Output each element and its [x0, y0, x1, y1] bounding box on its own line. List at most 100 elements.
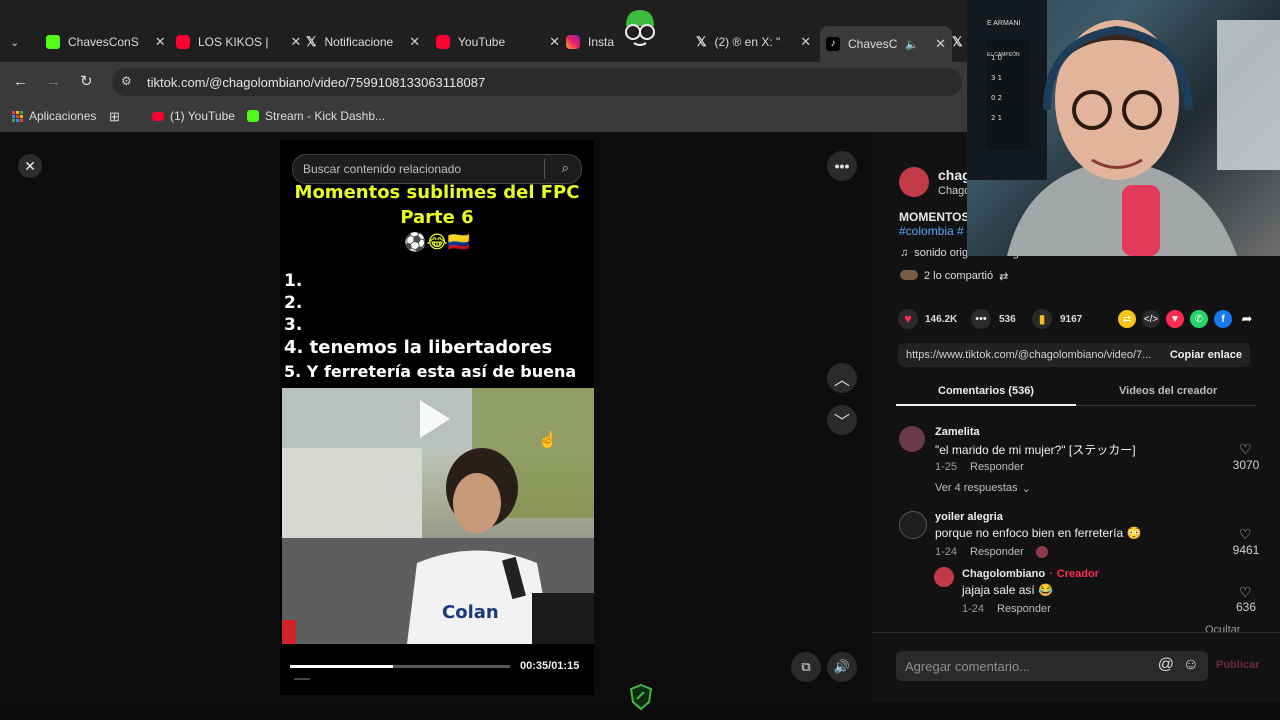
creator-liked-avatar: [1036, 546, 1048, 558]
chevron-down-icon: ⌄: [1021, 483, 1031, 495]
comment-like-icon[interactable]: ♡: [1239, 441, 1252, 458]
webcam-badge-text: E ARMANI: [987, 20, 1021, 27]
x-icon[interactable]: 𝕏: [952, 34, 962, 50]
comment-date: 1-24: [962, 603, 985, 615]
video-title-line2: Parte 6: [400, 207, 474, 228]
video-overlay-list: 1. 2. 3. 4. tenemos la libertadores 5. Y…: [284, 270, 594, 384]
bookmark-icon[interactable]: ▮: [1032, 309, 1052, 329]
divider: [544, 159, 545, 179]
share-arrow-icon[interactable]: ➦: [1238, 310, 1256, 328]
instagram-icon: [566, 35, 580, 49]
close-icon[interactable]: ✕: [549, 34, 560, 50]
like-count: 146.2K: [925, 314, 958, 325]
shared-label: 2 lo compartió: [924, 270, 994, 282]
view-replies-button[interactable]: Ver 4 respuestas ⌄: [935, 482, 1031, 495]
comment-username[interactable]: Chagolombiano: [962, 568, 1045, 580]
hide-replies-button[interactable]: Ocultar: [1205, 624, 1240, 636]
creator-badge: Creador: [1056, 568, 1099, 580]
close-icon[interactable]: ✕: [935, 36, 946, 52]
hashtags[interactable]: #colombia #: [899, 224, 964, 238]
embed-icon[interactable]: </>: [1142, 310, 1160, 328]
volume-icon[interactable]: 🔊: [827, 652, 857, 682]
mouse-cursor-icon: ☝: [538, 432, 558, 449]
share-link-box: https://www.tiktok.com/@chagolombiano/vi…: [898, 343, 1250, 367]
kick-icon: [247, 110, 259, 122]
tiktok-icon: ♪: [826, 37, 840, 51]
reload-icon[interactable]: ↻: [80, 72, 93, 90]
bookmark-apps[interactable]: Aplicaciones: [12, 109, 96, 123]
tab-los-kikos[interactable]: LOS KIKOS | ✕: [176, 28, 301, 56]
author-name[interactable]: chag: [938, 167, 971, 183]
tab-x-post[interactable]: 𝕏 (2) ® en X: " ✕: [696, 28, 811, 56]
x-icon: 𝕏: [306, 34, 317, 49]
comment-text: jajaja sale así 😂: [962, 583, 1053, 597]
video-frame-image: Colan: [282, 388, 594, 644]
tab-groups-icon[interactable]: ⊞: [109, 109, 120, 125]
kick-icon: [46, 35, 60, 49]
whatsapp-icon[interactable]: ✆: [1190, 310, 1208, 328]
bookmark-kick[interactable]: Stream - Kick Dashb...: [247, 109, 385, 123]
streamer-webcam: 1 0 3 1 0 2 2 1 E ARMANI EL CAMPEÓN: [967, 0, 1280, 256]
avatar[interactable]: [899, 426, 925, 452]
comment-username[interactable]: Zamelita: [935, 426, 980, 438]
tab-label: Notificacione: [324, 35, 394, 49]
comment-username[interactable]: yoiler alegria: [935, 511, 1003, 523]
previous-video-button[interactable]: ︿: [827, 363, 857, 393]
comment-input[interactable]: Agregar comentario... @ ☺: [896, 651, 1208, 681]
tab-chavesconS[interactable]: ChavesConS ✕: [46, 28, 166, 56]
tab-comments[interactable]: Comentarios (536): [938, 385, 1034, 397]
close-icon[interactable]: ✕: [800, 34, 811, 50]
author-avatar[interactable]: [899, 167, 929, 197]
close-icon[interactable]: ✕: [290, 34, 301, 50]
like-icon[interactable]: ♥: [898, 309, 918, 329]
tab-label: ChavesC: [848, 37, 898, 51]
comment-icon[interactable]: •••: [971, 309, 991, 329]
video-progress-fill: [290, 665, 394, 668]
comment-like-icon[interactable]: ♡: [1239, 584, 1252, 601]
publish-button[interactable]: Publicar: [1216, 659, 1259, 671]
search-placeholder: Buscar contenido relacionado: [303, 162, 462, 176]
next-video-button[interactable]: ﹀: [827, 405, 857, 435]
more-options-button[interactable]: •••: [827, 151, 857, 181]
bookmark-youtube[interactable]: (1) YouTube: [152, 109, 235, 123]
close-icon[interactable]: ✕: [155, 34, 166, 50]
x-icon: 𝕏: [696, 34, 707, 49]
comment-like-icon[interactable]: ♡: [1239, 526, 1252, 543]
avatar[interactable]: [899, 511, 927, 539]
tab-creator-videos[interactable]: Videos del creador: [1119, 385, 1217, 397]
svg-text:2 1: 2 1: [991, 114, 1002, 122]
reply-button[interactable]: Responder: [970, 461, 1024, 473]
share-link-url[interactable]: https://www.tiktok.com/@chagolombiano/vi…: [906, 349, 1151, 361]
emoji-icon[interactable]: ☺: [1183, 656, 1199, 674]
video-description: MOMENTOS: [899, 210, 970, 224]
close-video-button[interactable]: ✕: [18, 154, 42, 178]
url-text[interactable]: tiktok.com/@chagolombiano/video/75991081…: [147, 75, 485, 90]
mention-icon[interactable]: @: [1158, 656, 1174, 674]
reply-button[interactable]: Responder: [970, 546, 1024, 558]
video-overlay-title: Momentos sublimes del FPC Parte 6 ⚽😂🇨🇴: [282, 180, 592, 255]
reply-button[interactable]: Responder: [997, 603, 1051, 615]
list-item: 5. Y ferretería esta así de buena: [284, 362, 577, 381]
facebook-icon[interactable]: f: [1214, 310, 1232, 328]
svg-text:3 1: 3 1: [991, 74, 1002, 82]
miniplayer-icon[interactable]: ⧉: [791, 652, 821, 682]
search-icon[interactable]: ⌕: [562, 160, 569, 176]
comment-like-count: 636: [1235, 600, 1257, 614]
back-icon[interactable]: ←: [13, 73, 28, 90]
comment-like-count: 3070: [1232, 458, 1260, 472]
close-icon[interactable]: ✕: [409, 34, 420, 50]
music-note-icon: ♫: [900, 247, 909, 259]
tab-youtube[interactable]: YouTube ✕: [436, 28, 560, 56]
tab-list-chevron-icon[interactable]: ⌄: [10, 36, 19, 49]
scrubber-mini: [294, 678, 310, 680]
speaker-icon[interactable]: 🔈: [905, 38, 919, 51]
tab-instagram[interactable]: Insta: [566, 28, 614, 56]
tab-tiktok-active[interactable]: ♪ ChavesC 🔈 ✕: [820, 26, 952, 62]
tab-notificaciones[interactable]: 𝕏 Notificacione ✕: [306, 28, 420, 56]
site-info-icon[interactable]: ⚙: [121, 74, 132, 88]
repost-share-icon[interactable]: ⇄: [1118, 310, 1136, 328]
avatar[interactable]: [934, 567, 954, 587]
copy-link-button[interactable]: Copiar enlace: [1170, 349, 1242, 361]
forward-icon[interactable]: →: [46, 73, 61, 90]
send-icon[interactable]: ▼: [1166, 310, 1184, 328]
